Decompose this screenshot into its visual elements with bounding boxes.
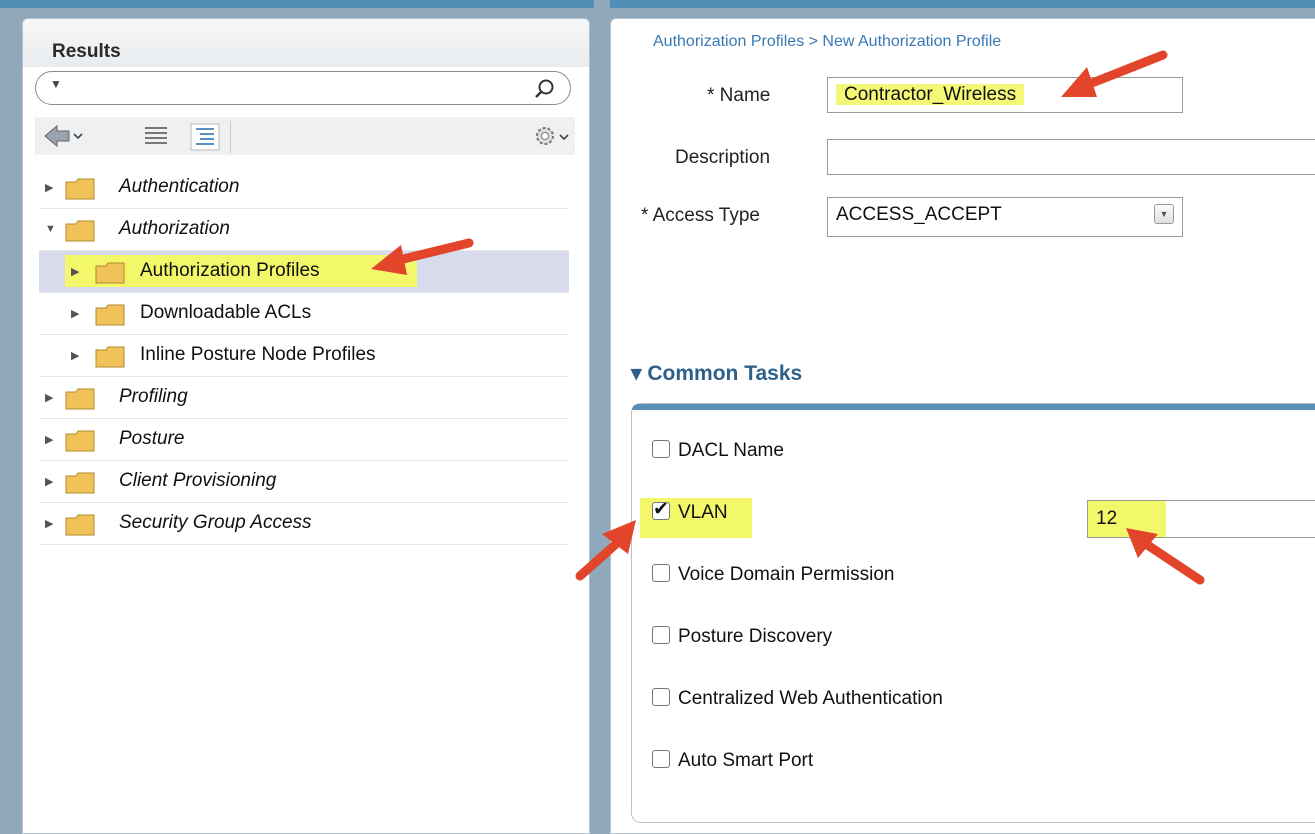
folder-icon <box>65 430 95 452</box>
task-centralized-web-auth[interactable]: Centralized Web Authentication <box>652 687 943 718</box>
back-arrow-icon[interactable] <box>43 123 87 154</box>
tree-item-label: Client Provisioning <box>119 470 277 491</box>
search-input[interactable] <box>72 75 516 103</box>
results-tree: ▶ Authentication ▼ Authorization ▶ Autho… <box>39 167 569 545</box>
search-dropdown-icon[interactable]: ▼ <box>50 77 62 91</box>
tree-item-label: Downloadable ACLs <box>140 302 312 323</box>
breadcrumb[interactable]: Authorization Profiles > New Authorizati… <box>653 33 1001 51</box>
tree-item-label: Posture <box>119 428 185 449</box>
expand-arrow-icon[interactable]: ▶ <box>45 433 53 446</box>
folder-icon <box>65 220 95 242</box>
gear-icon[interactable] <box>531 123 571 156</box>
tree-item-authorization[interactable]: ▼ Authorization <box>39 209 569 251</box>
tree-item-client-provisioning[interactable]: ▶ Client Provisioning <box>39 461 569 503</box>
expand-arrow-icon[interactable]: ▶ <box>45 391 53 404</box>
chevron-down-icon[interactable]: ▼ <box>1154 204 1174 224</box>
name-value: Contractor_Wireless <box>836 84 1025 105</box>
annotation-arrow-icon <box>575 520 636 581</box>
results-title: Results <box>52 41 121 62</box>
tree-item-label: Security Group Access <box>119 512 312 533</box>
task-vlan[interactable]: VLAN <box>640 498 752 538</box>
task-label: Voice Domain Permission <box>678 564 895 585</box>
search-box[interactable]: ▼ <box>35 71 571 105</box>
task-posture-discovery[interactable]: Posture Discovery <box>652 625 833 656</box>
panel-divider <box>594 0 610 832</box>
folder-icon <box>65 514 95 536</box>
expand-arrow-icon[interactable]: ▶ <box>45 475 53 488</box>
task-label: DACL Name <box>678 440 784 461</box>
top-accent-bar <box>0 0 1315 8</box>
task-label: Posture Discovery <box>678 626 833 647</box>
task-label: Auto Smart Port <box>678 750 814 771</box>
tree-item-inline-posture-node-profiles[interactable]: ▶ Inline Posture Node Profiles <box>39 335 569 377</box>
auto-smart-port-checkbox[interactable] <box>652 749 670 768</box>
task-dacl-name[interactable]: DACL Name <box>652 439 784 470</box>
search-icon[interactable] <box>534 78 556 105</box>
task-voice-domain-permission[interactable]: Voice Domain Permission <box>652 563 895 594</box>
folder-icon <box>65 178 95 200</box>
folder-icon <box>95 262 125 284</box>
collapse-arrow-icon[interactable]: ▼ <box>45 223 56 235</box>
results-header: Results <box>23 19 589 67</box>
tree-item-label: Profiling <box>119 386 188 407</box>
tree-item-label: Authentication <box>119 176 240 197</box>
tree-item-authorization-profiles[interactable]: ▶ Authorization Profiles <box>39 251 569 293</box>
tree-item-security-group-access[interactable]: ▶ Security Group Access <box>39 503 569 545</box>
description-label: Description <box>675 147 771 168</box>
centralized-web-auth-checkbox[interactable] <box>652 687 670 706</box>
task-label: Centralized Web Authentication <box>678 688 943 709</box>
folder-icon <box>65 388 95 410</box>
tasks-header-bar <box>632 404 1315 410</box>
tree-view-icon[interactable] <box>190 123 220 156</box>
annotation-arrow-icon <box>1061 50 1168 97</box>
access-type-select[interactable]: ACCESS_ACCEPT ▼ <box>827 197 1183 237</box>
folder-icon <box>65 472 95 494</box>
folder-icon <box>95 346 125 368</box>
tree-item-profiling[interactable]: ▶ Profiling <box>39 377 569 419</box>
common-tasks-box: DACL Name VLAN 12 Voice Domain Permissio… <box>631 403 1315 823</box>
task-auto-smart-port[interactable]: Auto Smart Port <box>652 749 814 780</box>
description-field[interactable] <box>827 139 1315 175</box>
list-view-icon[interactable] <box>143 123 169 154</box>
name-label: * Name <box>707 85 771 106</box>
tree-item-label: Inline Posture Node Profiles <box>140 344 376 365</box>
tree-toolbar <box>35 117 575 155</box>
vlan-checkbox[interactable] <box>652 498 670 521</box>
annotation-arrow-icon <box>1126 528 1205 585</box>
tree-item-authentication[interactable]: ▶ Authentication <box>39 167 569 209</box>
tree-item-label: Authorization <box>119 218 230 239</box>
task-label: VLAN <box>678 502 728 523</box>
expand-arrow-icon[interactable]: ▶ <box>71 307 79 320</box>
profile-form-panel: Authorization Profiles > New Authorizati… <box>610 18 1315 834</box>
dacl-name-checkbox[interactable] <box>652 439 670 458</box>
expand-arrow-icon[interactable]: ▶ <box>45 181 53 194</box>
expand-arrow-icon[interactable]: ▶ <box>45 517 53 530</box>
posture-discovery-checkbox[interactable] <box>652 625 670 644</box>
expand-arrow-icon[interactable]: ▶ <box>71 265 79 278</box>
folder-icon <box>95 304 125 326</box>
tree-item-label: Authorization Profiles <box>140 260 320 281</box>
voice-domain-checkbox[interactable] <box>652 563 670 582</box>
toolbar-divider <box>230 121 231 153</box>
expand-arrow-icon[interactable]: ▶ <box>71 349 79 362</box>
tree-item-posture[interactable]: ▶ Posture <box>39 419 569 461</box>
access-type-value: ACCESS_ACCEPT <box>836 204 1002 225</box>
results-panel: Results ▼ ▶ Authentication ▼ Authorizati… <box>22 18 590 834</box>
annotation-arrow-icon <box>371 238 474 275</box>
common-tasks-title[interactable]: ▾ Common Tasks <box>631 361 802 386</box>
access-type-label: * Access Type <box>641 205 760 226</box>
tree-item-downloadable-acls[interactable]: ▶ Downloadable ACLs <box>39 293 569 335</box>
